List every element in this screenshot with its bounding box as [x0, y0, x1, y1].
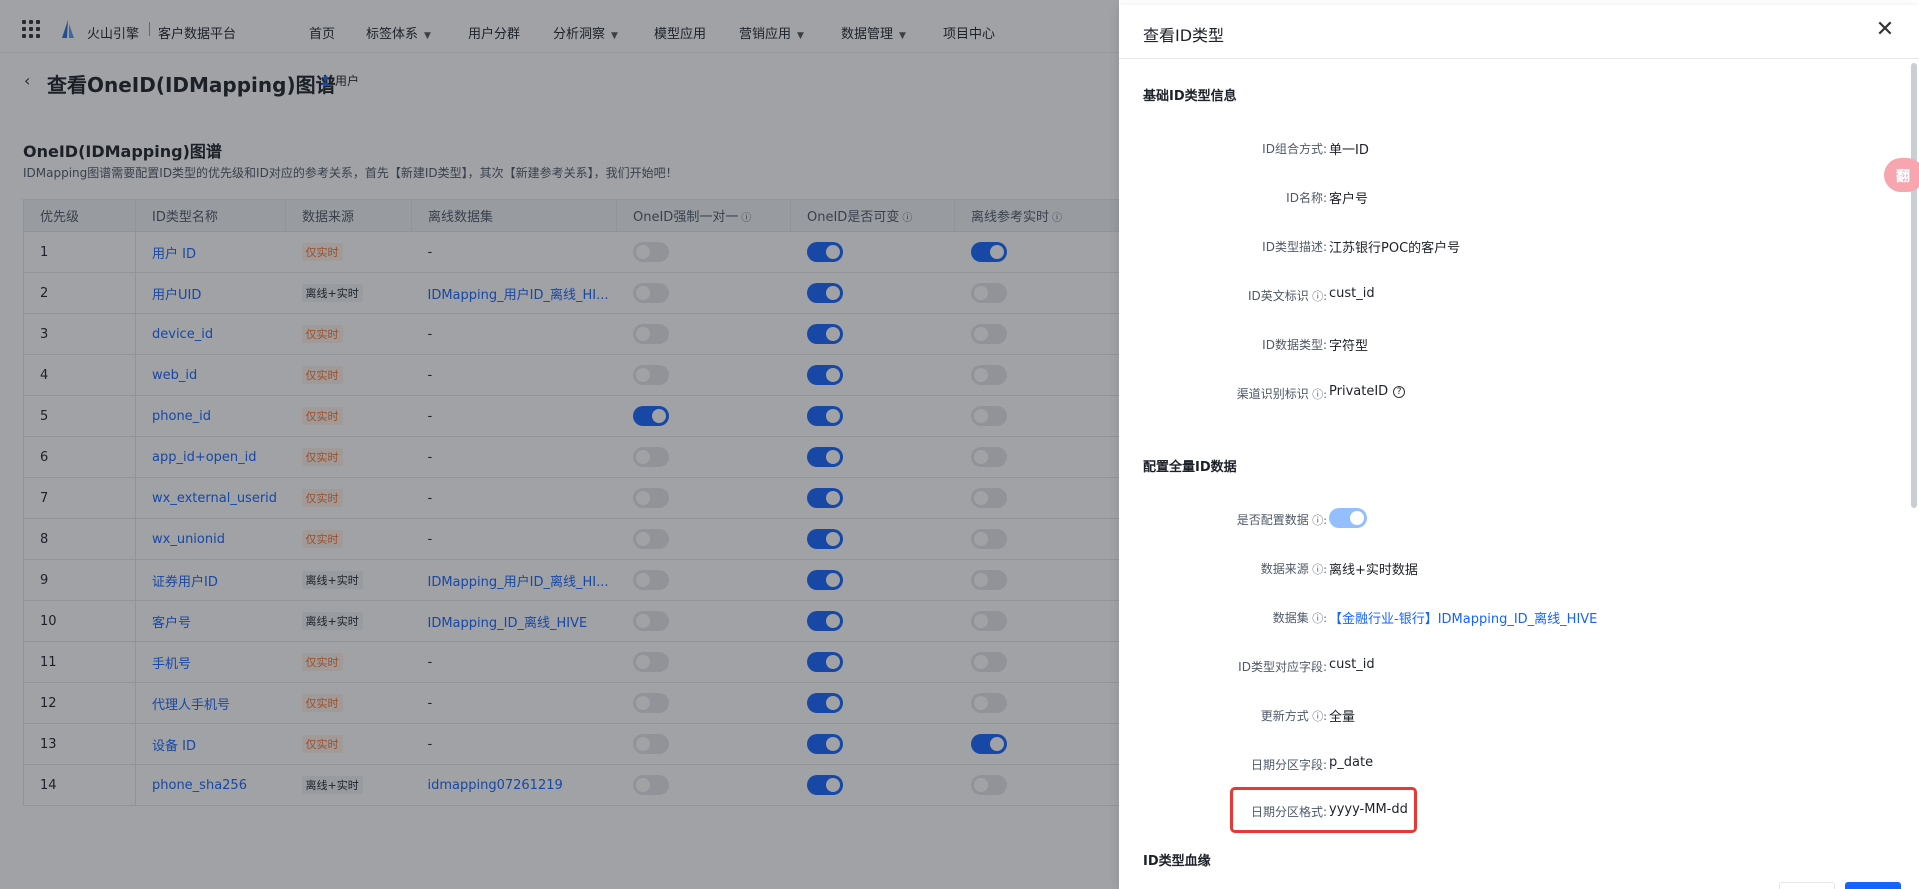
- field-label-text: ID类型对应字段:: [1238, 660, 1327, 674]
- highlight-box: [1230, 787, 1417, 833]
- translate-badge-label: 翻: [1896, 169, 1910, 185]
- field-label: ID类型对应字段:: [1119, 658, 1327, 675]
- field-value-text: 江苏银行POC的客户号: [1329, 241, 1461, 256]
- view-id-type-drawer: 查看ID类型 ✕ 基础ID类型信息 ID组合方式: 单一ID ID名称: 客户号 ID类…: [1119, 5, 1919, 889]
- field-label: ID英文标识 ⓘ:: [1119, 287, 1327, 304]
- help-icon[interactable]: ?: [1393, 385, 1406, 398]
- field-label-text: 渠道识别标识: [1236, 387, 1309, 401]
- field-label: ID名称:: [1119, 189, 1327, 206]
- translate-float-button[interactable]: 翻: [1884, 158, 1919, 192]
- section-lineage-title: ID类型血缘: [1143, 854, 1211, 869]
- field-value: cust_id: [1329, 286, 1375, 301]
- field-value: 江苏银行POC的客户号: [1329, 237, 1460, 256]
- section-full-title: 配置全量ID数据: [1143, 460, 1237, 475]
- field-value: 客户号: [1329, 188, 1368, 207]
- field-value-text: 离线+实时数据: [1329, 563, 1418, 578]
- confirm-button[interactable]: [1845, 882, 1901, 889]
- field-label-text: ID名称:: [1286, 191, 1327, 205]
- field-value-text: cust_id: [1329, 657, 1375, 672]
- field-value: PrivateID?: [1329, 384, 1406, 399]
- field-label-text: ID类型描述:: [1262, 240, 1327, 254]
- field-label-text: 是否配置数据: [1236, 513, 1309, 527]
- field-value-text: p_date: [1329, 755, 1374, 770]
- field-label: ID数据类型:: [1119, 336, 1327, 353]
- cancel-button[interactable]: [1779, 882, 1835, 889]
- field-label: ID组合方式:: [1119, 140, 1327, 157]
- field-value-text: 客户号: [1329, 192, 1369, 207]
- field-value: [1329, 508, 1367, 528]
- config-data-toggle[interactable]: [1329, 508, 1367, 528]
- field-label-text: 日期分区字段:: [1250, 758, 1327, 772]
- field-value-text[interactable]: 【金融行业-银行】IDMapping_ID_离线_HIVE: [1329, 612, 1597, 627]
- info-icon[interactable]: ⓘ:: [1309, 388, 1327, 401]
- info-icon[interactable]: ⓘ:: [1309, 563, 1327, 576]
- field-label-text: ID组合方式:: [1262, 142, 1327, 156]
- field-value-text: 单一ID: [1329, 143, 1369, 158]
- drawer-scrollbar[interactable]: [1911, 63, 1917, 508]
- field-value-text: 字符型: [1329, 339, 1369, 354]
- info-icon[interactable]: ⓘ:: [1309, 514, 1327, 527]
- field-label: 数据集 ⓘ:: [1119, 609, 1327, 626]
- drawer-header: 查看ID类型 ✕: [1119, 5, 1919, 59]
- field-label: ID类型描述:: [1119, 238, 1327, 255]
- field-label: 是否配置数据 ⓘ:: [1119, 511, 1327, 528]
- field-label: 数据来源 ⓘ:: [1119, 560, 1327, 577]
- field-value: 单一ID: [1329, 139, 1369, 158]
- section-basic-title: 基础ID类型信息: [1143, 89, 1237, 104]
- info-icon[interactable]: ⓘ:: [1309, 612, 1327, 625]
- field-value: 【金融行业-银行】IDMapping_ID_离线_HIVE: [1329, 608, 1597, 627]
- field-label-text: ID数据类型:: [1262, 338, 1327, 352]
- field-label-text: 数据来源: [1260, 562, 1309, 576]
- field-value-text: PrivateID: [1329, 384, 1389, 399]
- drawer-title: 查看ID类型: [1143, 26, 1225, 45]
- field-value-text: 全量: [1329, 710, 1356, 725]
- field-value: 全量: [1329, 706, 1355, 725]
- field-value: p_date: [1329, 755, 1373, 770]
- field-value-text: cust_id: [1329, 286, 1375, 301]
- info-icon[interactable]: ⓘ:: [1309, 290, 1327, 303]
- field-label: 更新方式 ⓘ:: [1119, 707, 1327, 724]
- modal-overlay[interactable]: [0, 0, 1119, 889]
- field-label-text: ID英文标识: [1248, 289, 1309, 303]
- field-label: 日期分区字段:: [1119, 756, 1327, 773]
- field-label-text: 数据集: [1272, 611, 1309, 625]
- close-icon[interactable]: ✕: [1874, 19, 1896, 41]
- field-value: cust_id: [1329, 657, 1375, 672]
- field-label: 渠道识别标识 ⓘ:: [1119, 385, 1327, 402]
- field-value: 离线+实时数据: [1329, 559, 1418, 578]
- field-value: 字符型: [1329, 335, 1368, 354]
- info-icon[interactable]: ⓘ:: [1309, 710, 1327, 723]
- field-label-text: 更新方式: [1260, 709, 1309, 723]
